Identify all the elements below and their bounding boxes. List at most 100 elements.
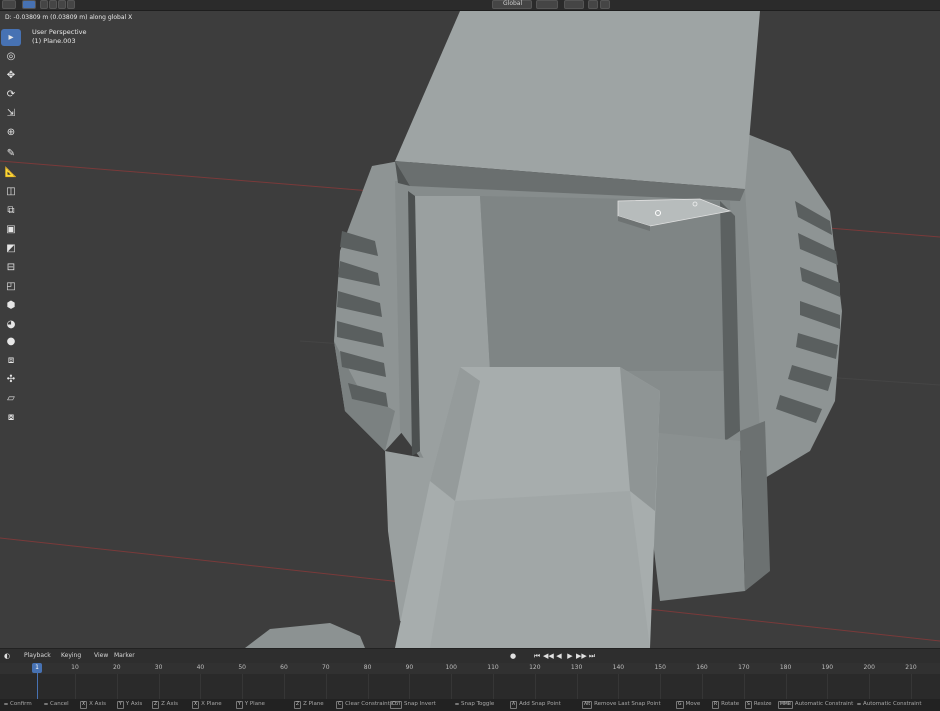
timeline-editor-icon[interactable]: ◐: [2, 651, 12, 661]
frame-tick-line: [743, 674, 745, 699]
frame-tick-label: 80: [363, 664, 372, 671]
scale-tool[interactable]: ⇲: [1, 105, 21, 122]
editor-type-button[interactable]: [2, 0, 16, 9]
shear-tool[interactable]: ▱: [1, 390, 21, 407]
frame-tick-line: [534, 674, 536, 699]
status-hint-label: Clear Constraints: [345, 701, 393, 707]
jump-keyframe-forward-button[interactable]: ▶▶: [576, 651, 587, 661]
snap-dropdown[interactable]: [564, 0, 584, 9]
frame-tick-label: 60: [280, 664, 288, 671]
smooth-tool[interactable]: ●: [1, 333, 21, 350]
status-hint: R Rotate: [712, 701, 739, 709]
transform-tool[interactable]: ⊕: [1, 124, 21, 141]
frame-tick-label: 50: [238, 664, 247, 671]
key-hint-icon: [455, 703, 459, 705]
frame-tick-label: 140: [612, 664, 625, 671]
add-cube-icon: ◫: [6, 185, 16, 197]
bevel-tool[interactable]: ◩: [1, 240, 21, 257]
status-hint: XX Plane: [192, 701, 222, 709]
menu-keying[interactable]: Keying: [61, 652, 81, 659]
frame-tick-label: 120: [529, 664, 541, 671]
timeline[interactable]: 10 20 30 40 50 60 70 80 90 100 110 120 130 140 150 160 1…: [0, 663, 940, 699]
frame-tick-line: [242, 674, 244, 699]
poly-build-tool[interactable]: ⬢: [1, 297, 21, 314]
key-hint-icon: X: [80, 701, 88, 709]
play-button[interactable]: ▶: [565, 651, 575, 661]
frame-ruler[interactable]: 10 20 30 40 50 60 70 80 90 100 110 120 130 140 150 160 1…: [0, 663, 940, 674]
3d-viewport[interactable]: D: -0.03809 m (0.03809 m) along global X…: [0, 11, 940, 648]
menu-view[interactable]: View: [94, 652, 108, 659]
smooth-icon: ●: [6, 335, 16, 347]
playhead-line[interactable]: [37, 673, 38, 699]
active-object-label: (1) Plane.003: [32, 37, 76, 45]
status-hint: MMB Automatic Constraint: [778, 701, 853, 709]
extrude-tool[interactable]: ⧉: [1, 202, 21, 219]
rip-tool[interactable]: ⧇: [1, 409, 21, 426]
frame-tick-label: 200: [863, 664, 875, 671]
status-hint-label: Snap Invert: [404, 701, 436, 707]
key-hint-icon: Z: [294, 701, 302, 709]
record-button[interactable]: ●: [508, 651, 518, 661]
frame-tick-line: [367, 674, 369, 699]
lower-mesh-fragment: [245, 623, 365, 648]
mesh-render: [0, 11, 940, 648]
inset-tool[interactable]: ▣: [1, 221, 21, 238]
pivot-point-dropdown[interactable]: [536, 0, 558, 9]
status-hint-label: Move: [685, 701, 701, 707]
operator-readout: D: -0.03809 m (0.03809 m) along global X: [5, 14, 133, 21]
jump-keyframe-back-button[interactable]: ◀◀: [543, 651, 554, 661]
vertex-select-button[interactable]: [40, 0, 48, 9]
mode-extra-button[interactable]: [67, 0, 75, 9]
loop-cut-tool[interactable]: ⊟: [1, 259, 21, 276]
measure-icon: 📐: [4, 166, 18, 178]
status-hint-label: Resize: [753, 701, 772, 707]
add-cube-tool[interactable]: ◫: [1, 183, 21, 200]
shrink-fatten-tool[interactable]: ✣: [1, 371, 21, 388]
key-hint-icon: Alt: [582, 701, 593, 709]
face-select-button[interactable]: [58, 0, 66, 9]
move-icon: ✥: [6, 69, 16, 81]
select-mode-button[interactable]: [22, 0, 36, 9]
spin-tool[interactable]: ◕: [1, 316, 21, 333]
key-hint-icon: [44, 703, 48, 705]
frame-tick-line: [409, 674, 411, 699]
frame-tick-line: [75, 674, 76, 699]
status-hint-label: Y Plane: [244, 701, 265, 707]
rotate-tool[interactable]: ⟳: [1, 86, 21, 103]
frame-tick-label: 180: [779, 664, 792, 671]
status-hint: ZZ Plane: [294, 701, 324, 709]
proportional-edit-button[interactable]: [588, 0, 598, 9]
jump-start-button[interactable]: ⏮: [532, 651, 542, 661]
annotate-tool[interactable]: ✎: [1, 145, 21, 162]
frame-tick-label: 40: [196, 664, 205, 671]
cursor-tool[interactable]: ◎: [1, 48, 21, 65]
rip-icon: ⧇: [7, 411, 15, 423]
play-reverse-button[interactable]: ◀: [554, 651, 564, 661]
edge-select-button[interactable]: [49, 0, 57, 9]
frame-tick-line: [493, 674, 494, 699]
frame-tick-line: [702, 674, 703, 699]
status-hint: Alt Remove Last Snap Point: [582, 701, 661, 709]
scale-icon: ⇲: [6, 107, 16, 119]
current-frame-indicator[interactable]: 1: [32, 663, 42, 673]
select-box-tool[interactable]: ▸: [1, 29, 21, 46]
edge-slide-tool[interactable]: ⧈: [1, 352, 21, 369]
frame-tick-label: 90: [405, 664, 414, 671]
key-hint-icon: MMB: [778, 701, 793, 709]
jump-end-button[interactable]: ⏭: [587, 651, 597, 661]
move-tool[interactable]: ✥: [1, 67, 21, 84]
proportional-falloff-button[interactable]: [600, 0, 610, 9]
transform-orientation-dropdown[interactable]: Global: [492, 0, 532, 9]
knife-tool[interactable]: ◰: [1, 278, 21, 295]
frame-tick-line: [325, 674, 327, 699]
status-hint: XX Axis: [80, 701, 106, 709]
status-hint: Ctrl Snap Invert: [390, 701, 436, 709]
status-bar: Confirm Cancel X X Axis Y Y Axis Z Z Axis X X Pla…: [0, 699, 940, 711]
frame-tick-label: 20: [112, 664, 121, 671]
menu-playback[interactable]: Playback: [24, 652, 51, 659]
measure-tool[interactable]: 📐: [1, 164, 21, 181]
status-hint: Confirm: [4, 701, 32, 707]
menu-marker[interactable]: Marker: [114, 652, 135, 659]
key-hint-icon: [857, 703, 861, 705]
status-hint: ZZ Axis: [152, 701, 178, 709]
